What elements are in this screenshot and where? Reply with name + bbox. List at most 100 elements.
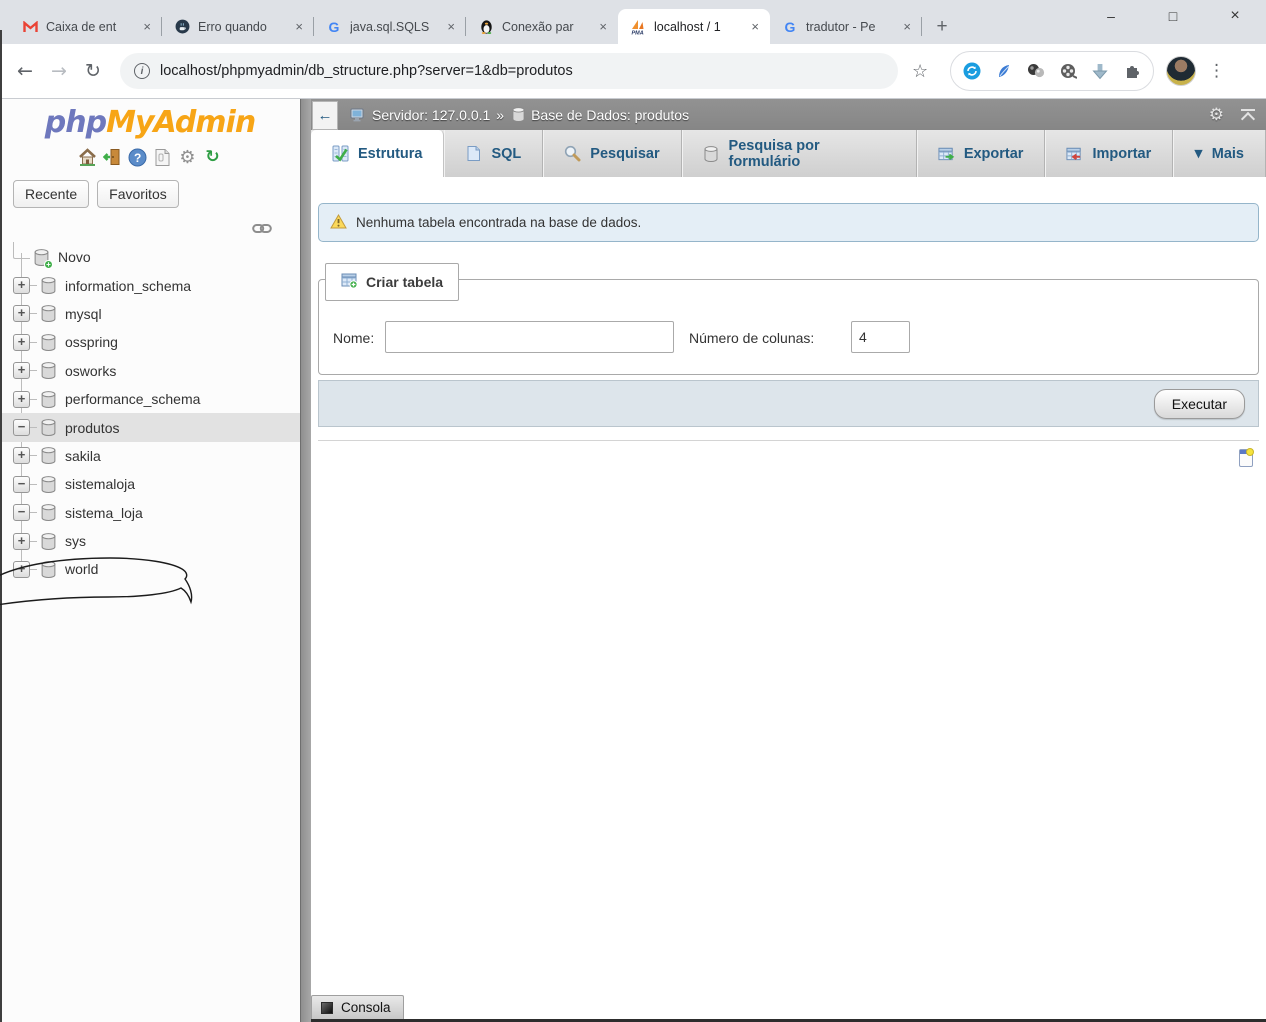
download-extension-icon[interactable] (1091, 62, 1109, 80)
tab-pesquisar[interactable]: Pesquisar (543, 130, 682, 177)
tree-item-sakila[interactable]: + sakila (0, 442, 300, 470)
url-text[interactable]: localhost/phpmyadmin/db_structure.php?se… (160, 63, 573, 79)
tab-title: Erro quando (198, 19, 267, 34)
no-tables-warning: Nenhuma tabela encontrada na base de dad… (318, 203, 1259, 242)
back-icon[interactable]: ← (8, 60, 42, 82)
tree-item-osspring[interactable]: + osspring (0, 328, 300, 356)
expand-icon[interactable]: + (13, 390, 30, 408)
chrome-menu-icon[interactable]: ⋮ (1208, 61, 1225, 81)
browser-tab-erro[interactable]: Erro quando × (162, 9, 314, 44)
search-icon (564, 145, 581, 162)
execute-button[interactable]: Executar (1153, 388, 1245, 419)
google-icon: G (328, 18, 340, 35)
profile-avatar[interactable] (1166, 56, 1197, 86)
server-breadcrumb-bar: ← Servidor: 127.0.0.1 » Base de Dados: p… (311, 99, 1266, 130)
database-icon (41, 419, 56, 436)
tab-title: java.sql.SQLS (350, 19, 430, 34)
database-select-icon (703, 145, 720, 162)
new-tab-button[interactable]: + (928, 13, 956, 41)
collapse-top-icon[interactable] (1240, 108, 1256, 121)
browser-tab-javasql[interactable]: G java.sql.SQLS × (314, 9, 466, 44)
puzzle-extensions-icon[interactable] (1123, 62, 1141, 80)
help-icon[interactable]: ? (128, 147, 148, 167)
nav-toggle-arrow-button[interactable]: ← (312, 100, 338, 130)
browser-tabstrip: Caixa de ent × Erro quando × G java.sql.… (0, 0, 1266, 44)
page-settings-gear-icon[interactable]: ⚙ (1209, 105, 1224, 125)
tree-item-produtos-selected[interactable]: − produtos (0, 413, 300, 442)
tree-item-novo[interactable]: + Novo (0, 242, 300, 271)
panel-resize-divider[interactable] (300, 99, 311, 1022)
recent-button[interactable]: Recente (13, 180, 90, 208)
bookmark-star-icon[interactable]: ☆ (912, 61, 928, 82)
tab-mais[interactable]: ▼ Mais (1173, 130, 1266, 177)
feather-extension-icon[interactable] (995, 62, 1013, 80)
settings-gear-icon[interactable]: ⚙ (178, 147, 198, 168)
tree-item-sistemaloja[interactable]: − sistemaloja (0, 470, 300, 498)
tab-estrutura[interactable]: Estrutura (311, 130, 445, 177)
expand-icon[interactable]: + (13, 277, 30, 295)
link-chain-icon[interactable] (252, 221, 272, 239)
favorites-button[interactable]: Favoritos (97, 180, 179, 208)
open-new-window-icon[interactable] (1239, 448, 1254, 467)
documentation-icon[interactable] (153, 147, 173, 167)
expand-icon[interactable]: + (13, 305, 30, 323)
collapse-icon[interactable]: − (13, 419, 30, 437)
tree-item-sys[interactable]: + sys (0, 527, 300, 555)
tab-close-icon[interactable]: × (444, 19, 458, 34)
section-divider (318, 440, 1259, 441)
tree-item-mysql[interactable]: + mysql (0, 300, 300, 328)
window-minimize-button[interactable]: – (1080, 0, 1142, 34)
browser-tab-localhost-active[interactable]: PMA localhost / 1 × (618, 9, 770, 44)
expand-icon[interactable]: + (13, 560, 30, 578)
browser-tab-conexao[interactable]: Conexão par × (466, 9, 618, 44)
tab-close-icon[interactable]: × (140, 19, 154, 34)
tab-close-icon[interactable]: × (748, 19, 762, 34)
film-reel-extension-icon[interactable] (1059, 62, 1077, 80)
browser-window: Caixa de ent × Erro quando × G java.sql.… (0, 0, 1266, 1022)
home-icon[interactable] (78, 147, 98, 167)
tab-close-icon[interactable]: × (292, 19, 306, 34)
browser-toolbar: ← → ↻ i localhost/phpmyadmin/db_structur… (0, 44, 1266, 99)
create-table-footer: Executar (318, 380, 1259, 427)
expand-icon[interactable]: + (13, 333, 30, 351)
table-name-input[interactable] (385, 321, 674, 353)
expand-icon[interactable]: + (13, 362, 30, 380)
window-maximize-button[interactable]: □ (1142, 0, 1204, 34)
site-info-icon[interactable]: i (134, 63, 150, 79)
window-close-button[interactable]: × (1204, 0, 1266, 34)
breadcrumb-database[interactable]: Base de Dados: produtos (531, 107, 689, 123)
reload-icon[interactable]: ↻ (76, 60, 110, 82)
tree-item-performance-schema[interactable]: + performance_schema (0, 385, 300, 413)
console-icon (321, 1001, 333, 1014)
breadcrumb-separator: » (496, 106, 505, 123)
browser-tab-gmail[interactable]: Caixa de ent × (10, 9, 162, 44)
tab-pesquisa-formulario[interactable]: Pesquisa por formulário (682, 130, 917, 177)
sync-extension-icon[interactable] (963, 62, 981, 80)
tree-item-sistema-loja[interactable]: − sistema_loja (0, 499, 300, 527)
expand-icon[interactable]: + (13, 532, 30, 550)
tab-exportar[interactable]: Exportar (917, 130, 1046, 177)
forward-icon[interactable]: → (42, 60, 76, 82)
tree-item-osworks[interactable]: + osworks (0, 357, 300, 385)
breadcrumb-server[interactable]: Servidor: 127.0.0.1 (372, 107, 490, 123)
database-icon (41, 391, 56, 408)
console-toggle-tab[interactable]: Consola (311, 995, 404, 1019)
tab-close-icon[interactable]: × (900, 19, 914, 34)
new-table-icon (341, 272, 358, 292)
tab-sql[interactable]: SQL (444, 130, 544, 177)
database-icon (512, 107, 525, 122)
logout-door-icon[interactable] (103, 147, 123, 167)
tab-close-icon[interactable]: × (596, 19, 610, 34)
refresh-icon[interactable]: ↻ (203, 147, 223, 167)
collapse-icon[interactable]: − (13, 504, 30, 522)
tree-item-information-schema[interactable]: + information_schema (0, 271, 300, 299)
tab-importar[interactable]: Importar (1045, 130, 1174, 177)
database-icon (41, 476, 56, 493)
collapse-icon[interactable]: − (13, 475, 30, 493)
expand-icon[interactable]: + (13, 447, 30, 465)
columns-count-input[interactable] (851, 321, 910, 353)
tree-item-world[interactable]: + world (0, 555, 300, 583)
browser-tab-tradutor[interactable]: G tradutor - Pe × (770, 9, 922, 44)
spheres-extension-icon[interactable] (1027, 62, 1045, 80)
address-bar[interactable]: i localhost/phpmyadmin/db_structure.php?… (120, 53, 898, 89)
